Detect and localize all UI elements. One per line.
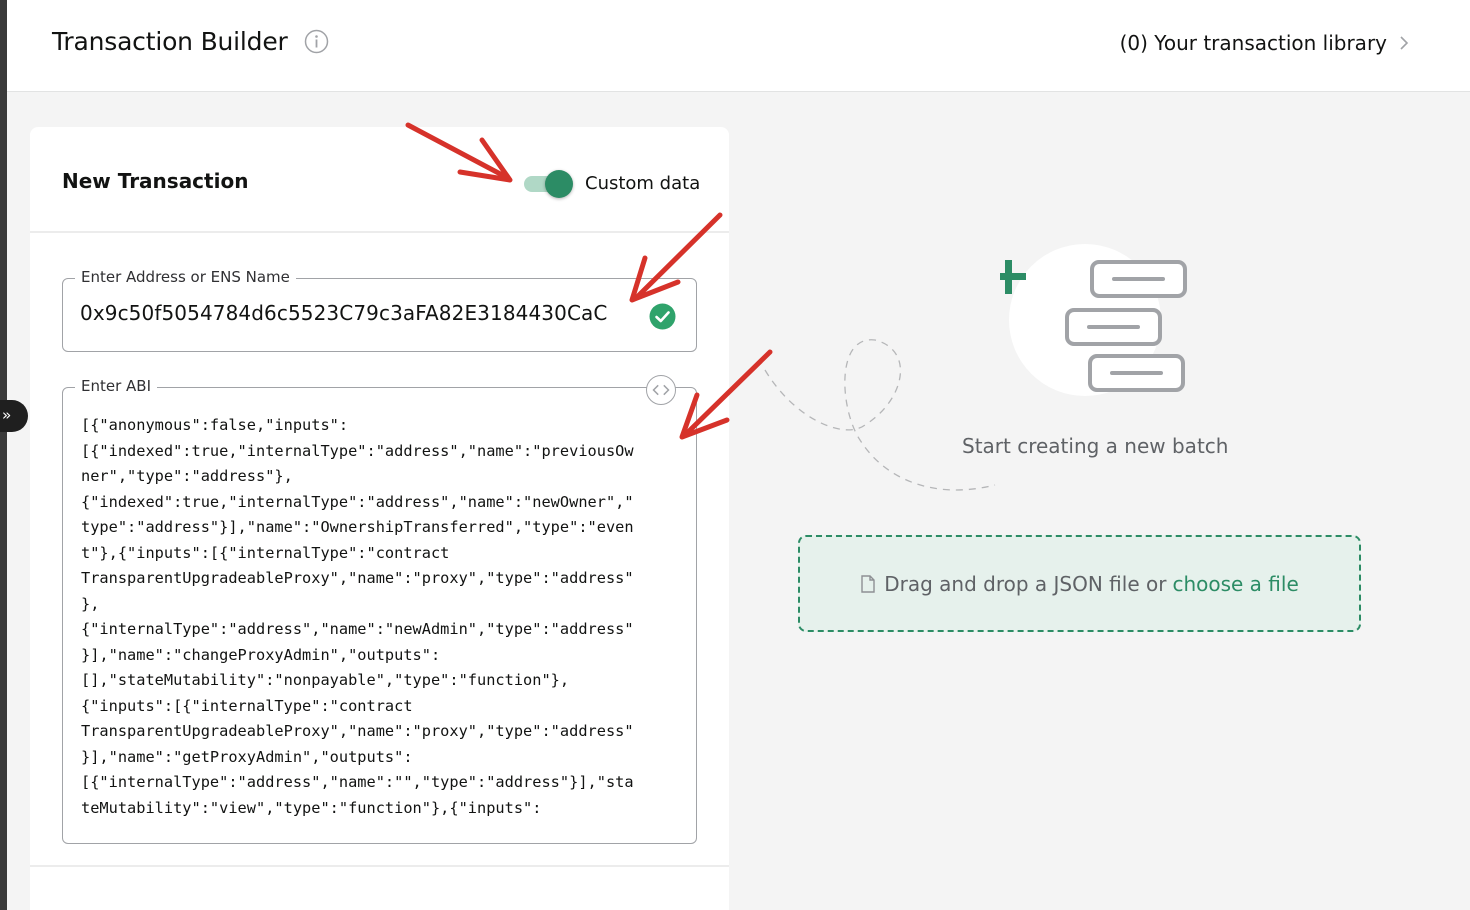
custom-data-label: Custom data [585,173,701,194]
abi-line: [],"stateMutability":"nonpayable","type"… [81,671,570,689]
address-field[interactable]: Enter Address or ENS Name 0x9c50f5054784… [62,268,697,352]
address-input[interactable]: 0x9c50f5054784d6c5523C79c3aFA82E3184430C… [80,301,607,325]
abi-line: ner","type":"address"}, [81,467,293,485]
abi-field[interactable]: Enter ABI [{"anonymous":false,"inputs":[… [62,375,697,844]
abi-line: }],"name":"changeProxyAdmin","outputs": [81,645,441,664]
dashed-path-decoration [764,339,996,491]
batch-illustration-icon [1000,244,1187,396]
abi-textarea[interactable]: [{"anonymous":false,"inputs": [{"indexed"… [81,413,681,821]
page-title: Transaction Builder [52,27,288,56]
abi-line: }, [81,594,100,613]
address-field-label: Enter Address or ENS Name [75,268,296,286]
abi-line: [{"anonymous":false,"inputs": [81,416,349,434]
expand-sidebar-icon[interactable]: » [0,400,28,432]
top-bar: Transaction Builder (0) Your transaction… [7,0,1470,92]
json-dropzone[interactable]: Drag and drop a JSON file or choose a fi… [798,535,1361,632]
library-link-label: (0) Your transaction library [1119,31,1387,55]
info-icon[interactable] [304,29,329,54]
code-icon[interactable] [646,375,676,405]
abi-line: TransparentUpgradeableProxy","name":"pro… [81,569,634,587]
custom-data-toggle[interactable] [522,170,574,198]
abi-line: {"internalType":"address","name":"newAdm… [81,620,634,638]
abi-line: {"indexed":true,"internalType":"address"… [81,492,634,511]
card-title: New Transaction [62,169,249,193]
abi-line: }],"name":"getProxyAdmin","outputs": [81,747,413,766]
abi-line: t"},{"inputs":[{"internalType":"contract [81,543,450,562]
abi-line: type":"address"}],"name":"OwnershipTrans… [81,518,634,536]
chevron-right-icon [1400,36,1409,50]
empty-batch-text: Start creating a new batch [962,434,1229,458]
abi-line: TransparentUpgradeableProxy","name":"pro… [81,722,634,740]
file-icon [861,574,875,593]
abi-line: [{"indexed":true,"internalType":"address… [81,441,634,460]
left-rail [0,0,7,910]
check-circle-icon [649,303,676,330]
dropzone-text: Drag and drop a JSON file or [884,571,1167,596]
transaction-library-link[interactable]: (0) Your transaction library [1120,31,1409,55]
card-divider [30,865,729,867]
abi-field-label: Enter ABI [75,377,158,395]
toggle-knob [545,170,573,198]
choose-file-link[interactable]: choose a file [1172,572,1298,596]
abi-line: teMutability":"view","type":"function"},… [81,798,542,817]
abi-line: [{"internalType":"address","name":"","ty… [81,773,634,791]
card-header: New Transaction Custom data [30,127,729,233]
abi-line: {"inputs":[{"internalType":"contract [81,696,413,715]
new-transaction-card: New Transaction Custom data Enter Addres… [30,127,729,910]
